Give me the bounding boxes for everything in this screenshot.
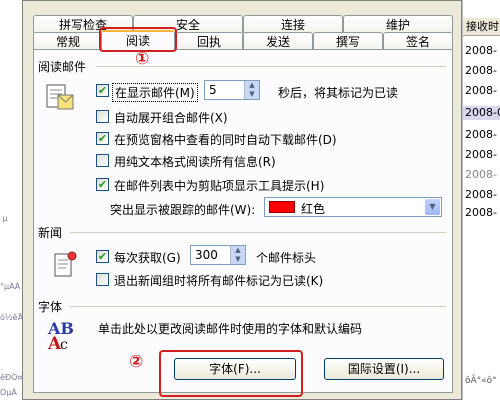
tab-signatures[interactable]: 签名 xyxy=(383,32,453,50)
mark-read-label[interactable]: 在显示邮件(M) xyxy=(112,83,198,102)
highlight-color-name: 红色 xyxy=(301,202,326,216)
background-fragment: ó½êÅ xyxy=(0,313,22,322)
background-fragment: µ xyxy=(0,214,8,223)
mark-read-seconds-stepper[interactable]: 5 ▲ ▼ xyxy=(204,80,260,100)
background-fragment: ÒµÃ xyxy=(0,388,17,397)
chevron-down-icon[interactable]: ▼ xyxy=(425,199,440,215)
read-mail-icon xyxy=(46,84,74,110)
background-folder-pane: µ °µÀÃ ó½êÅ êÐÔ¤ ÒµÃ xyxy=(0,0,23,400)
message-date[interactable]: 2008- xyxy=(465,206,497,220)
received-column-header[interactable]: 接收时 xyxy=(463,18,500,36)
options-dialog: 拼写检查 安全 连接 维护 常规 阅读 回执 发送 撰写 签名 ① 阅读邮件 ✔… xyxy=(22,0,462,400)
svg-text:c: c xyxy=(60,337,68,352)
read-settings-panel: 阅读邮件 ✔ 在显示邮件(M) 5 ▲ ▼ 秒后，将其标记为已读 自动展开组合邮… xyxy=(33,49,453,393)
message-date[interactable]: 2008- xyxy=(465,148,497,162)
fetch-headers-checkbox[interactable]: ✔ xyxy=(96,250,109,263)
message-date[interactable]: 2008- xyxy=(465,64,497,78)
background-message-list: 接收时 2008- 2008- 2008- 2008-0 2008- 2008-… xyxy=(462,0,500,400)
fetch-count-suffix: 个邮件标头 xyxy=(256,251,317,265)
fetch-headers-label[interactable]: 每次获取(G) xyxy=(114,249,181,266)
tab-connection[interactable]: 连接 xyxy=(243,15,343,33)
preview-download-checkbox[interactable]: ✔ xyxy=(96,132,109,145)
auto-expand-label[interactable]: 自动展开组合邮件(X) xyxy=(114,109,228,126)
message-date[interactable]: 2008- xyxy=(465,128,497,142)
tab-send[interactable]: 发送 xyxy=(243,32,313,50)
highlight-fonts-button xyxy=(159,350,303,397)
background-fragment: °µÀÃ xyxy=(0,282,21,291)
stepper-up-icon[interactable]: ▲ xyxy=(245,81,259,90)
plain-text-checkbox[interactable] xyxy=(96,154,109,167)
step-marker-2: ② xyxy=(129,352,144,372)
tab-general[interactable]: 常规 xyxy=(33,32,103,50)
tooltip-checkbox[interactable]: ✔ xyxy=(96,178,109,191)
fetch-count-value[interactable]: 300 xyxy=(195,248,218,262)
international-settings-button[interactable]: 国际设置(I)... xyxy=(324,358,444,380)
mark-on-exit-checkbox[interactable] xyxy=(96,273,109,286)
tab-compose[interactable]: 撰写 xyxy=(313,32,383,50)
stepper-down-icon[interactable]: ▼ xyxy=(245,90,259,99)
mark-read-checkbox[interactable]: ✔ xyxy=(96,84,109,97)
newsgroup-icon xyxy=(54,251,77,277)
highlight-color-select[interactable]: 红色 ▼ xyxy=(264,197,442,217)
tab-receipts[interactable]: 回执 xyxy=(175,32,243,50)
fetch-count-stepper[interactable]: 300 ▲ ▼ xyxy=(190,245,246,265)
section-title-news: 新闻 xyxy=(38,226,63,240)
section-title-fonts: 字体 xyxy=(38,300,63,314)
section-title-reading: 阅读邮件 xyxy=(38,60,87,74)
message-date[interactable]: 2008- xyxy=(465,84,497,98)
fonts-icon: AB A c xyxy=(47,319,74,352)
auto-expand-checkbox[interactable] xyxy=(96,110,109,123)
stepper-down-icon[interactable]: ▼ xyxy=(231,255,245,264)
highlight-label: 突出显示被跟踪的邮件(W): xyxy=(110,203,256,217)
step-marker-1: ① xyxy=(135,49,150,69)
background-fragment: ôÃ°«ô° xyxy=(465,376,497,386)
message-date[interactable]: 2008-0 xyxy=(463,106,500,120)
tab-maintenance[interactable]: 维护 xyxy=(343,15,453,33)
section-divider xyxy=(70,306,446,307)
preview-download-label[interactable]: 在预览窗格中查看的同时自动下载邮件(D) xyxy=(114,131,337,148)
plain-text-label[interactable]: 用纯文本格式阅读所有信息(R) xyxy=(114,153,276,170)
background-fragment: êÐÔ¤ xyxy=(0,373,22,382)
message-date[interactable]: 2008- xyxy=(465,44,497,58)
section-divider xyxy=(70,232,446,233)
stepper-arrows[interactable]: ▲ ▼ xyxy=(244,81,259,99)
message-date[interactable]: 2008- xyxy=(465,168,497,182)
stepper-arrows[interactable]: ▲ ▼ xyxy=(230,246,245,264)
message-date[interactable]: 2008- xyxy=(465,188,497,202)
tooltip-label[interactable]: 在邮件列表中为剪贴项显示工具提示(H) xyxy=(114,177,324,194)
seconds-value[interactable]: 5 xyxy=(209,83,217,97)
color-swatch xyxy=(269,201,295,213)
fonts-description: 单击此处以更改阅读邮件时使用的字体和默认编码 xyxy=(98,322,363,336)
mark-on-exit-label[interactable]: 退出新闻组时将所有邮件标记为已读(K) xyxy=(114,272,323,289)
stepper-up-icon[interactable]: ▲ xyxy=(231,246,245,255)
seconds-suffix: 秒后，将其标记为已读 xyxy=(278,86,399,100)
